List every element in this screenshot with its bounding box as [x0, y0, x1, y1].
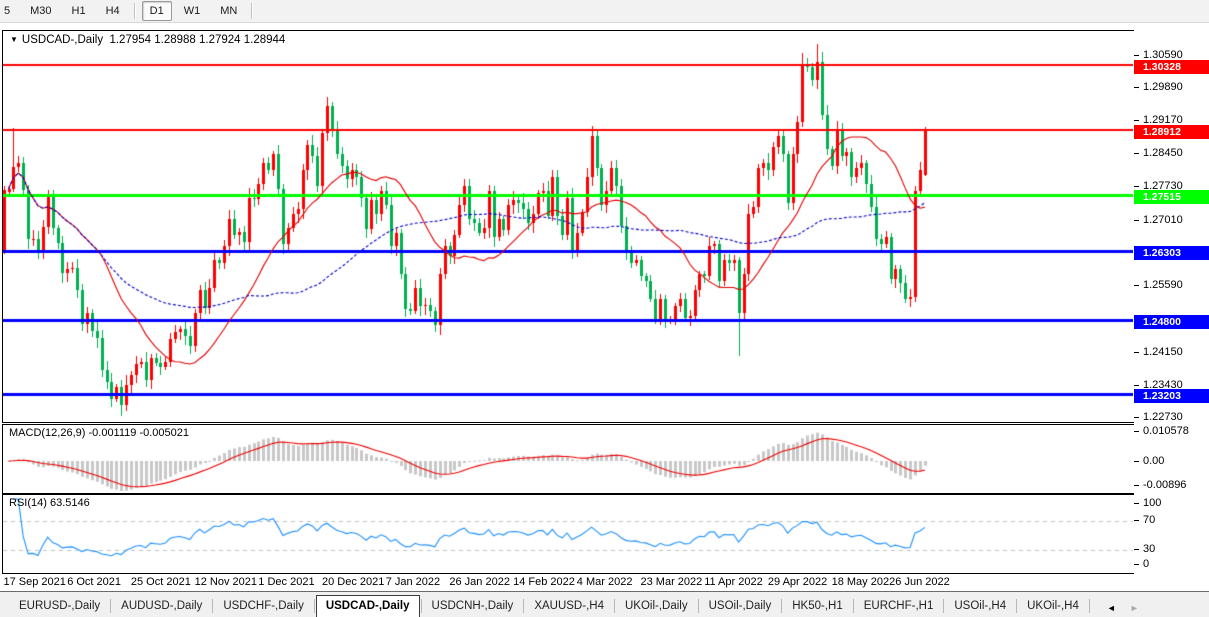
price-level-badge: 1.27515: [1134, 190, 1209, 204]
chart-symbol-label: USDCAD-,Daily: [22, 34, 103, 46]
rsi-label: RSI(14) 63.5146: [9, 497, 90, 509]
tab-separator: [943, 599, 944, 613]
tab-separator: [110, 599, 111, 613]
tab-separator: [853, 599, 854, 613]
chart-tabs-bar: EURUSD-,DailyAUDUSD-,DailyUSDCHF-,DailyU…: [0, 591, 1209, 617]
chart-tab-eurchf-h1[interactable]: EURCHF-,H1: [855, 597, 943, 616]
rsi-axis-tick: 100: [1134, 497, 1161, 510]
tab-separator: [698, 599, 699, 613]
timeframe-button-mn[interactable]: MN: [212, 1, 245, 21]
tab-separator: [614, 599, 615, 613]
price-axis-tick: 1.22730: [1134, 411, 1183, 424]
rsi-name: RSI(14): [9, 497, 47, 509]
macd-label: MACD(12,26,9) -0.001119 -0.005021: [9, 427, 189, 439]
chart-tab-eurusd-daily[interactable]: EURUSD-,Daily: [10, 597, 109, 616]
rsi-axis-tick: 30: [1134, 543, 1155, 556]
price-axis-tick: 1.24150: [1134, 346, 1183, 359]
time-axis-label: 12 Nov 2021: [195, 576, 257, 588]
price-axis-tick: 1.28450: [1134, 147, 1183, 160]
chart-tab-usoil-daily[interactable]: USOil-,Daily: [700, 597, 781, 616]
price-level-badge: 1.26303: [1134, 246, 1209, 260]
chart-tab-usdchf-daily[interactable]: USDCHF-,Daily: [214, 597, 313, 616]
macd-axis-tick: 0.010578: [1134, 425, 1189, 438]
time-axis-label: 7 Jan 2022: [386, 576, 440, 588]
time-axis-label: 4 Mar 2022: [577, 576, 633, 588]
tab-separator: [1016, 599, 1017, 613]
macd-values: -0.001119 -0.005021: [88, 427, 189, 439]
timeframe-button-h1[interactable]: H1: [64, 1, 94, 21]
rsi-axis-tick: 70: [1134, 514, 1155, 527]
tabs-scroll-left-icon[interactable]: ◄: [1107, 603, 1116, 613]
time-axis-label: 6 Oct 2021: [67, 576, 121, 588]
tab-separator: [523, 599, 524, 613]
time-axis-label: 26 Jan 2022: [449, 576, 510, 588]
toolbar-separator: [251, 3, 253, 19]
price-level-badge: 1.23203: [1134, 389, 1209, 403]
rsi-axis-tick: 0: [1134, 558, 1149, 571]
time-axis-label: 18 May 2022: [832, 576, 896, 588]
price-axis-tick: 1.25590: [1134, 279, 1183, 292]
time-axis-label: 25 Oct 2021: [131, 576, 191, 588]
timeframe-button-m30[interactable]: M30: [22, 1, 59, 21]
price-axis[interactable]: 1.305901.298901.291701.284501.277301.270…: [1134, 26, 1209, 574]
chart-tab-ukoil-daily[interactable]: UKOil-,Daily: [616, 597, 697, 616]
timeframe-toolbar: 5M30H1H4 D1W1MN: [0, 0, 1209, 23]
chart-tab-ukoil-h4[interactable]: UKOil-,H4: [1018, 597, 1088, 616]
price-level-badge: 1.30328: [1134, 60, 1209, 74]
tab-separator: [781, 599, 782, 613]
chart-tab-xauusd-h4[interactable]: XAUUSD-,H4: [525, 597, 613, 616]
chart-tab-usdcad-daily[interactable]: USDCAD-,Daily: [316, 595, 420, 617]
time-axis-label: 20 Dec 2021: [322, 576, 384, 588]
time-axis-label: 14 Feb 2022: [513, 576, 575, 588]
chart-menu-icon[interactable]: ▼: [10, 35, 18, 44]
price-level-badge: 1.24800: [1134, 315, 1209, 329]
chart-title: ▼ USDCAD-,Daily 1.27954 1.28988 1.27924 1…: [10, 34, 285, 46]
chart-tab-usdcnh-daily[interactable]: USDCNH-,Daily: [423, 597, 523, 616]
chart-ohlc-values: 1.27954 1.28988 1.27924 1.28944: [109, 34, 285, 46]
tabs-scroll-right-icon[interactable]: ►: [1130, 603, 1139, 613]
time-axis-label: 1 Dec 2021: [258, 576, 314, 588]
toolbar-separator: [134, 3, 136, 19]
timeframe-button-h4[interactable]: H4: [98, 1, 128, 21]
rsi-panel: RSI(14) 63.5146: [2, 494, 1136, 574]
chart-window: ▼ USDCAD-,Daily 1.27954 1.28988 1.27924 1…: [0, 26, 1209, 591]
time-axis[interactable]: 17 Sep 20216 Oct 2021 25 Oct 2021 12 Nov 2…: [2, 574, 1134, 592]
time-axis-label: 23 Mar 2022: [641, 576, 703, 588]
chart-tab-usoil-h4[interactable]: USOil-,H4: [945, 597, 1015, 616]
macd-axis-tick: 0.00: [1134, 455, 1164, 468]
candlestick-chart-canvas[interactable]: [3, 31, 1133, 420]
tab-separator: [421, 599, 422, 613]
macd-panel: MACD(12,26,9) -0.001119 -0.005021: [2, 424, 1136, 494]
macd-axis-tick: -0.00896: [1134, 479, 1186, 492]
time-axis-label: 29 Apr 2022: [768, 576, 827, 588]
price-level-badge: 1.28912: [1134, 125, 1209, 139]
rsi-value: 63.5146: [50, 497, 90, 509]
timeframe-button-d1[interactable]: D1: [142, 1, 172, 21]
price-axis-tick: 1.27010: [1134, 214, 1183, 227]
price-chart-panel: ▼ USDCAD-,Daily 1.27954 1.28988 1.27924 1…: [2, 30, 1136, 423]
tab-separator: [314, 599, 315, 613]
chart-tab-audusd-daily[interactable]: AUDUSD-,Daily: [112, 597, 211, 616]
time-axis-label: 6 Jun 2022: [895, 576, 949, 588]
time-axis-label: 17 Sep 2021: [4, 576, 66, 588]
rsi-chart-canvas[interactable]: [3, 495, 1133, 571]
time-axis-label: 11 Apr 2022: [704, 576, 763, 588]
timeframe-button-w1[interactable]: W1: [176, 1, 209, 21]
tab-separator: [1089, 599, 1090, 613]
tab-separator: [212, 599, 213, 613]
macd-name: MACD(12,26,9): [9, 427, 85, 439]
timeframe-button-5[interactable]: 5: [0, 1, 18, 21]
price-axis-tick: 1.29890: [1134, 81, 1183, 94]
chart-tab-hk50-h1[interactable]: HK50-,H1: [783, 597, 852, 616]
